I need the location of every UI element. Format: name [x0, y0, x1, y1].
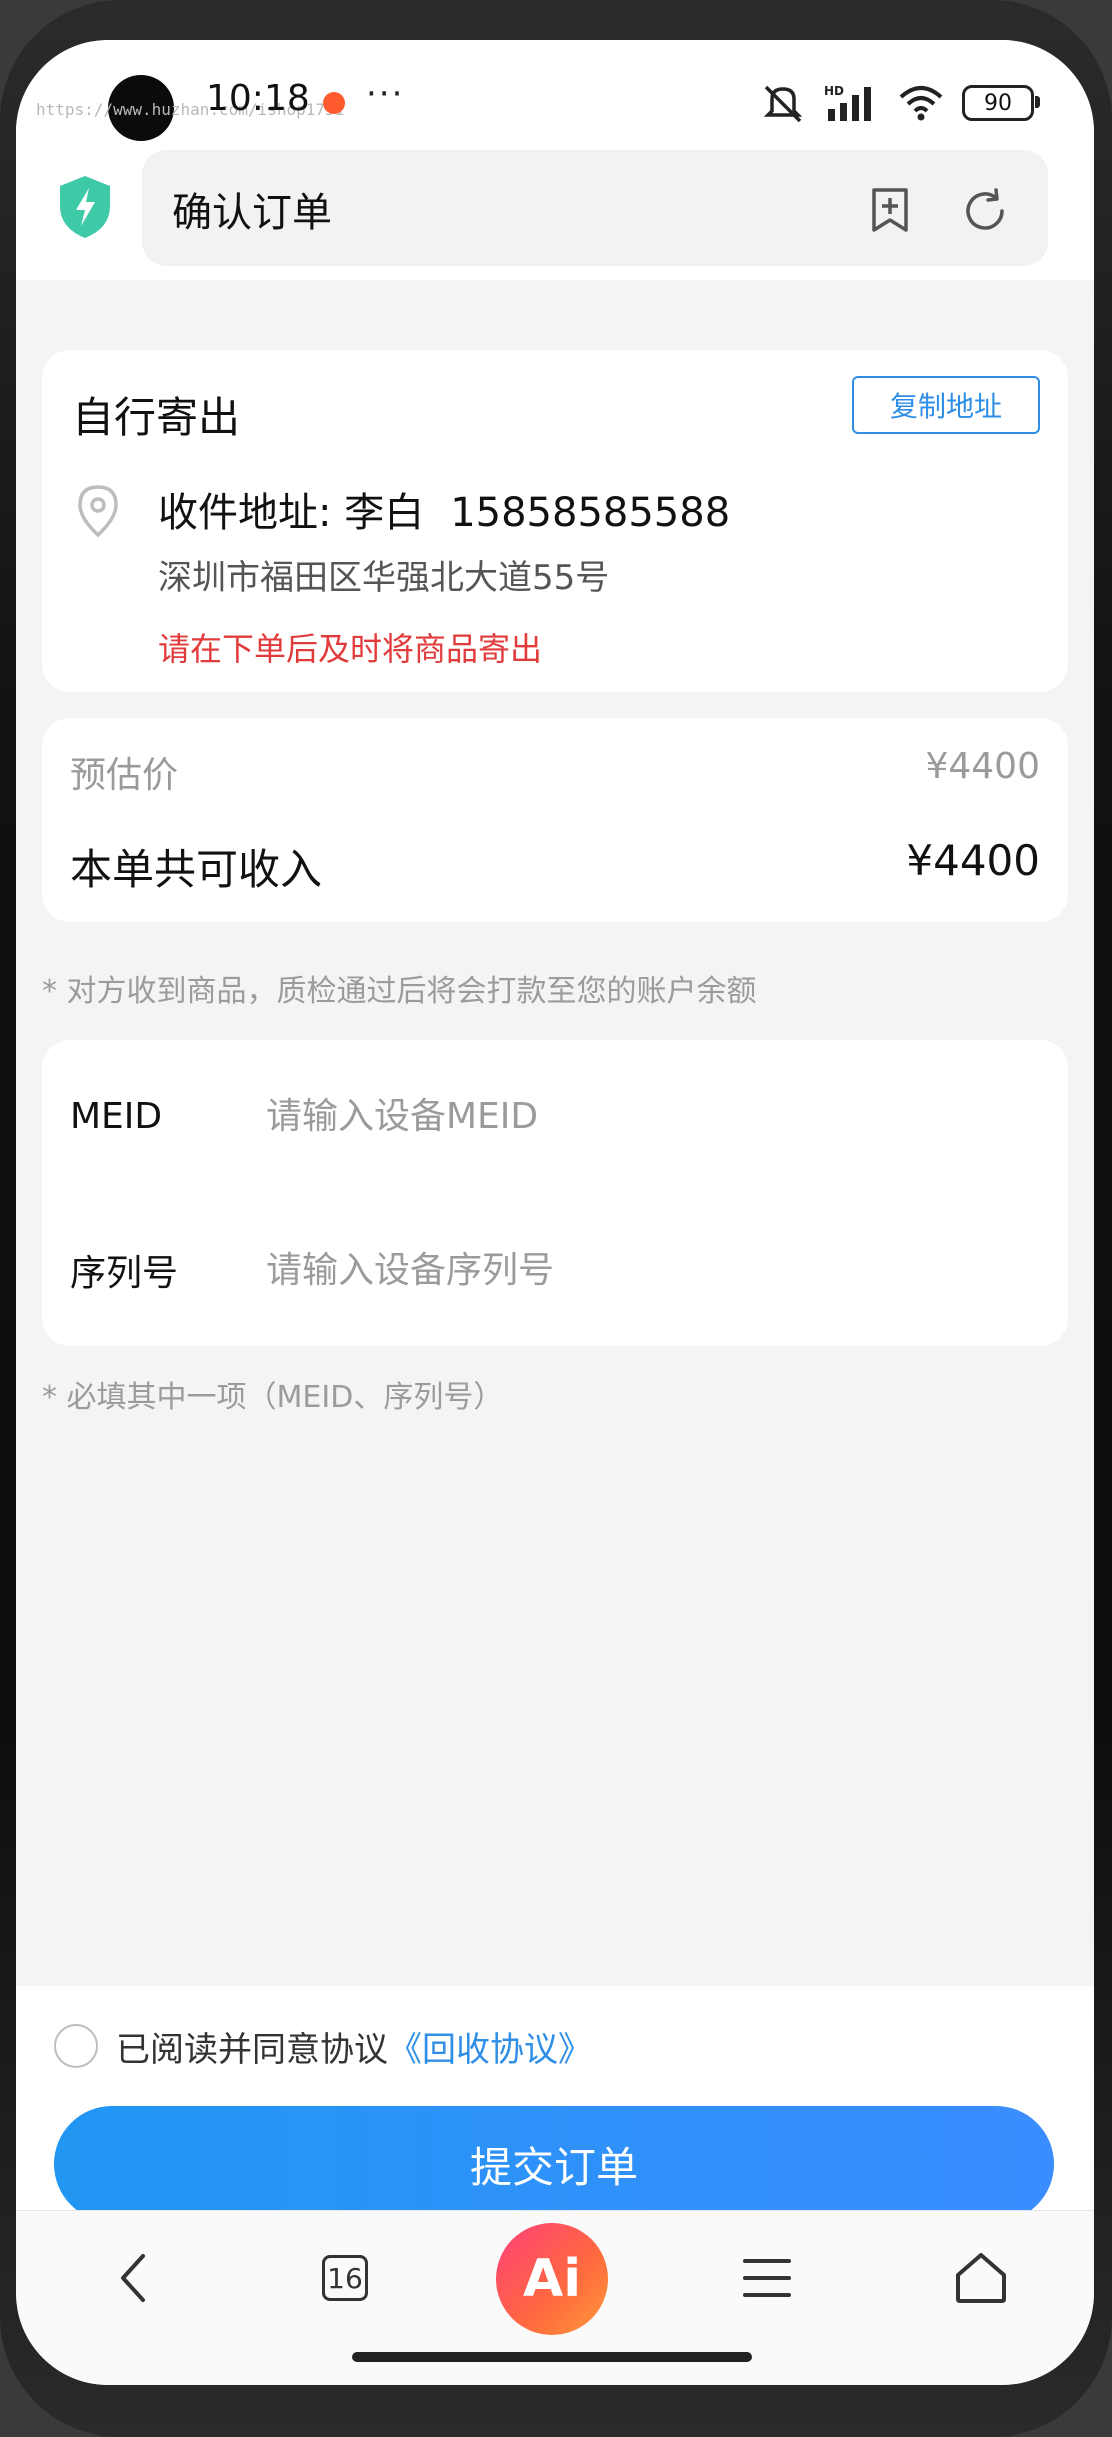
refresh-icon[interactable] — [962, 188, 1008, 234]
recording-indicator-icon — [323, 92, 345, 114]
back-button[interactable] — [98, 2243, 168, 2313]
payment-note: * 对方收到商品，质检通过后将会打款至您的账户余额 — [42, 974, 757, 1009]
home-icon — [956, 2253, 1006, 2303]
phone-screen: https://www.huzhan.com/ishop1751 10:18 ·… — [16, 40, 1094, 2385]
status-bar: https://www.huzhan.com/ishop1751 10:18 ·… — [16, 40, 1094, 150]
browser-toolbar: 确认订单 — [16, 150, 1094, 280]
home-indicator[interactable] — [352, 2352, 752, 2362]
wifi-icon — [899, 86, 943, 121]
status-time: 10:18 — [206, 78, 310, 119]
estimate-label: 预估价 — [70, 755, 179, 796]
menu-button[interactable] — [732, 2243, 802, 2313]
system-icons: HD 90 — [760, 80, 1040, 126]
copy-address-button[interactable]: 复制地址 — [852, 376, 1040, 434]
estimate-row: 预估价 ¥4400 — [70, 746, 1040, 798]
bottom-action-area: 已阅读并同意协议《回收协议》 提交订单 — [16, 1986, 1094, 2246]
estimate-value: ¥4400 — [925, 746, 1040, 787]
price-card: 预估价 ¥4400 本单共可收入 ¥4400 — [42, 718, 1068, 922]
receiver-name: 收件地址: 李白 — [158, 490, 425, 536]
shipping-warning: 请在下单后及时将商品寄出 — [158, 630, 543, 668]
ai-assistant-button[interactable]: Ai — [496, 2223, 608, 2335]
back-icon — [121, 2254, 145, 2302]
serial-input[interactable] — [266, 1249, 1040, 1291]
agreement-label: 已阅读并同意协议 — [116, 2030, 388, 2070]
meid-row: MEID — [70, 1086, 1040, 1146]
serial-row: 序列号 — [70, 1240, 1040, 1300]
network-hd-label: HD — [824, 84, 844, 98]
address-bar[interactable]: 确认订单 — [142, 150, 1048, 266]
menu-icon — [743, 2259, 791, 2297]
device-form-card: MEID 序列号 — [42, 1040, 1068, 1346]
mute-icon — [763, 85, 803, 123]
signal-icon: HD — [824, 84, 871, 121]
battery-level: 90 — [984, 90, 1012, 116]
serial-label: 序列号 — [70, 1253, 179, 1294]
location-pin-icon — [78, 485, 118, 538]
submit-order-button[interactable]: 提交订单 — [54, 2106, 1054, 2222]
shipping-card: 自行寄出 复制地址 收件地址: 李白 15858585588 深圳市福田区华强北大… — [42, 350, 1068, 692]
meid-label: MEID — [70, 1095, 163, 1137]
add-bookmark-icon[interactable] — [868, 186, 912, 234]
tabs-count-icon: 16 — [322, 2255, 368, 2301]
required-note: * 必填其中一项（MEID、序列号） — [42, 1380, 504, 1415]
page-title: 确认订单 — [172, 190, 332, 236]
battery-icon: 90 — [962, 85, 1040, 121]
shipping-title: 自行寄出 — [72, 393, 241, 442]
status-more-icon: ··· — [366, 74, 405, 114]
phone-frame: https://www.huzhan.com/ishop1751 10:18 ·… — [0, 0, 1112, 2437]
receiver-address: 深圳市福田区华强北大道55号 — [158, 558, 610, 598]
agreement-link[interactable]: 《回收协议》 — [388, 2030, 592, 2070]
agreement-checkbox[interactable] — [54, 2024, 98, 2068]
tabs-button[interactable]: 16 — [310, 2243, 380, 2313]
total-value: ¥4400 — [906, 836, 1040, 885]
total-label: 本单共可收入 — [70, 845, 323, 894]
receiver-line: 收件地址: 李白 15858585588 — [158, 480, 730, 538]
receiver-phone: 15858585588 — [450, 490, 731, 536]
total-row: 本单共可收入 ¥4400 — [70, 836, 1040, 897]
shield-icon[interactable] — [56, 174, 114, 240]
meid-input[interactable] — [266, 1095, 1040, 1137]
agreement-text: 已阅读并同意协议《回收协议》 — [116, 2022, 592, 2071]
home-button[interactable] — [946, 2243, 1016, 2313]
